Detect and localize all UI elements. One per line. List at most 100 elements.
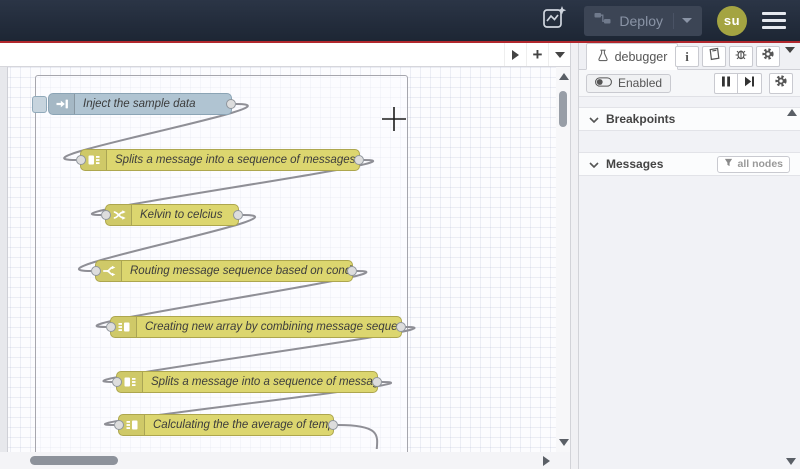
enabled-label: Enabled xyxy=(618,76,663,90)
workspace: + Inject the sample data Splits a message… xyxy=(0,43,570,469)
output-port[interactable] xyxy=(354,155,364,165)
input-port[interactable] xyxy=(76,155,86,165)
main-area: + Inject the sample data Splits a message… xyxy=(0,43,800,469)
chevron-down-icon xyxy=(554,51,565,58)
messages-section-header[interactable]: Messages all nodes xyxy=(579,152,800,176)
info-icon: i xyxy=(685,48,689,64)
bug-icon xyxy=(734,47,748,66)
output-port[interactable] xyxy=(328,420,338,430)
step-button[interactable] xyxy=(738,72,762,94)
gear-icon xyxy=(774,74,788,93)
menu-bar-icon xyxy=(762,18,786,23)
flow-tab-bar: + xyxy=(0,43,570,67)
ai-assistant-button[interactable] xyxy=(539,6,569,36)
flow-node-join[interactable]: Calculating the the average of temperatu… xyxy=(114,414,338,436)
deploy-button[interactable]: Deploy xyxy=(584,5,702,36)
tab-debugger-label: debugger xyxy=(614,49,668,64)
info-button[interactable]: i xyxy=(675,46,699,67)
output-port[interactable] xyxy=(226,99,236,109)
funnel-icon xyxy=(724,158,733,170)
debugger-toolbar: Enabled xyxy=(579,70,800,97)
input-port[interactable] xyxy=(114,420,124,430)
deploy-button-label: Deploy xyxy=(619,12,663,29)
node-label: Kelvin to celcius xyxy=(140,209,223,221)
help-book-button[interactable] xyxy=(702,46,726,67)
flow-node-inject[interactable]: Inject the sample data xyxy=(32,93,236,115)
toggle-on-icon xyxy=(595,76,612,90)
main-menu-button[interactable] xyxy=(762,12,786,29)
flow-node-split[interactable]: Splits a message into a sequence of mess… xyxy=(112,371,382,393)
node-label: Splits a message into a sequence of mess… xyxy=(115,154,359,166)
wire[interactable] xyxy=(337,424,424,449)
flow-canvas[interactable]: Inject the sample data Splits a message i… xyxy=(0,67,570,452)
input-port[interactable] xyxy=(91,266,101,276)
sidebar: debugger i Enabled Breakpoints Messages … xyxy=(579,43,800,469)
scroll-right-icon xyxy=(512,49,519,60)
debugger-enabled-toggle[interactable]: Enabled xyxy=(586,73,672,93)
header: Deploy su xyxy=(0,0,800,43)
messages-list xyxy=(579,176,800,469)
deploy-nodes-icon xyxy=(594,12,611,30)
sidebar-tabs-menu-button[interactable] xyxy=(785,47,795,71)
canvas-vertical-scrollbar[interactable] xyxy=(556,67,570,452)
plus-icon: + xyxy=(532,45,543,64)
horizontal-scroll-thumb[interactable] xyxy=(30,456,118,465)
menu-bar-icon xyxy=(762,12,786,16)
node-label: Calculating the the average of temperatu… xyxy=(153,419,333,431)
chevron-down-icon xyxy=(589,112,599,126)
inject-trigger-button[interactable] xyxy=(32,96,47,113)
deploy-caret-icon[interactable] xyxy=(682,18,692,23)
input-port[interactable] xyxy=(106,322,116,332)
breakpoints-label: Breakpoints xyxy=(606,112,676,126)
debugger-settings-button[interactable] xyxy=(769,72,793,94)
node-label: Splits a message into a sequence of mess… xyxy=(151,376,377,388)
chevron-down-icon xyxy=(589,157,599,171)
output-port[interactable] xyxy=(372,377,382,387)
scroll-right-arrow-icon[interactable] xyxy=(543,456,550,466)
input-port[interactable] xyxy=(112,377,122,387)
node-label: Creating new array by combining message … xyxy=(145,321,401,333)
pause-icon xyxy=(721,74,731,92)
settings-button[interactable] xyxy=(756,46,780,67)
user-avatar[interactable]: su xyxy=(717,5,747,36)
crosshair-pointer xyxy=(381,106,407,137)
sidebar-splitter[interactable] xyxy=(570,43,579,469)
gear-icon xyxy=(761,47,775,66)
scroll-down-icon[interactable] xyxy=(786,458,796,465)
sidebar-spacer xyxy=(579,97,800,107)
output-port[interactable] xyxy=(396,322,406,332)
flow-node-switch[interactable]: Routing message sequence based on condit… xyxy=(91,260,357,282)
flask-icon xyxy=(597,49,609,65)
debug-bug-button[interactable] xyxy=(729,46,753,67)
flow-list-button[interactable] xyxy=(548,43,570,66)
step-forward-icon xyxy=(744,74,755,92)
flow-sparkle-icon xyxy=(541,5,567,36)
tab-scroll-right-button[interactable] xyxy=(504,43,526,66)
output-port[interactable] xyxy=(347,266,357,276)
message-filter-button[interactable]: all nodes xyxy=(717,155,790,173)
scroll-up-icon[interactable] xyxy=(559,73,569,80)
messages-label: Messages xyxy=(606,157,664,171)
deploy-separator xyxy=(673,12,674,29)
tab-debugger[interactable]: debugger xyxy=(586,43,678,70)
breakpoints-list xyxy=(579,131,800,152)
book-icon xyxy=(707,47,721,66)
vertical-scroll-thumb[interactable] xyxy=(559,91,567,127)
node-label: Inject the sample data xyxy=(83,98,196,110)
pause-button[interactable] xyxy=(714,72,738,94)
flow-node-split[interactable]: Splits a message into a sequence of mess… xyxy=(76,149,364,171)
sidebar-tab-bar: debugger i xyxy=(579,43,800,70)
scroll-down-icon[interactable] xyxy=(559,439,569,446)
flow-node-join[interactable]: Creating new array by combining message … xyxy=(106,316,406,338)
chevron-down-icon xyxy=(785,47,795,70)
scroll-up-icon[interactable] xyxy=(787,109,797,116)
output-port[interactable] xyxy=(233,210,243,220)
node-red-app: Deploy su + Inject the sample data Split… xyxy=(0,0,800,469)
flow-node-change[interactable]: Kelvin to celcius xyxy=(101,204,243,226)
breakpoints-section-header[interactable]: Breakpoints xyxy=(579,107,800,131)
canvas-horizontal-scrollbar[interactable] xyxy=(0,452,570,469)
menu-bar-icon xyxy=(762,25,786,29)
input-port[interactable] xyxy=(101,210,111,220)
add-flow-button[interactable]: + xyxy=(526,43,548,66)
node-label: Routing message sequence based on condit… xyxy=(130,265,352,277)
